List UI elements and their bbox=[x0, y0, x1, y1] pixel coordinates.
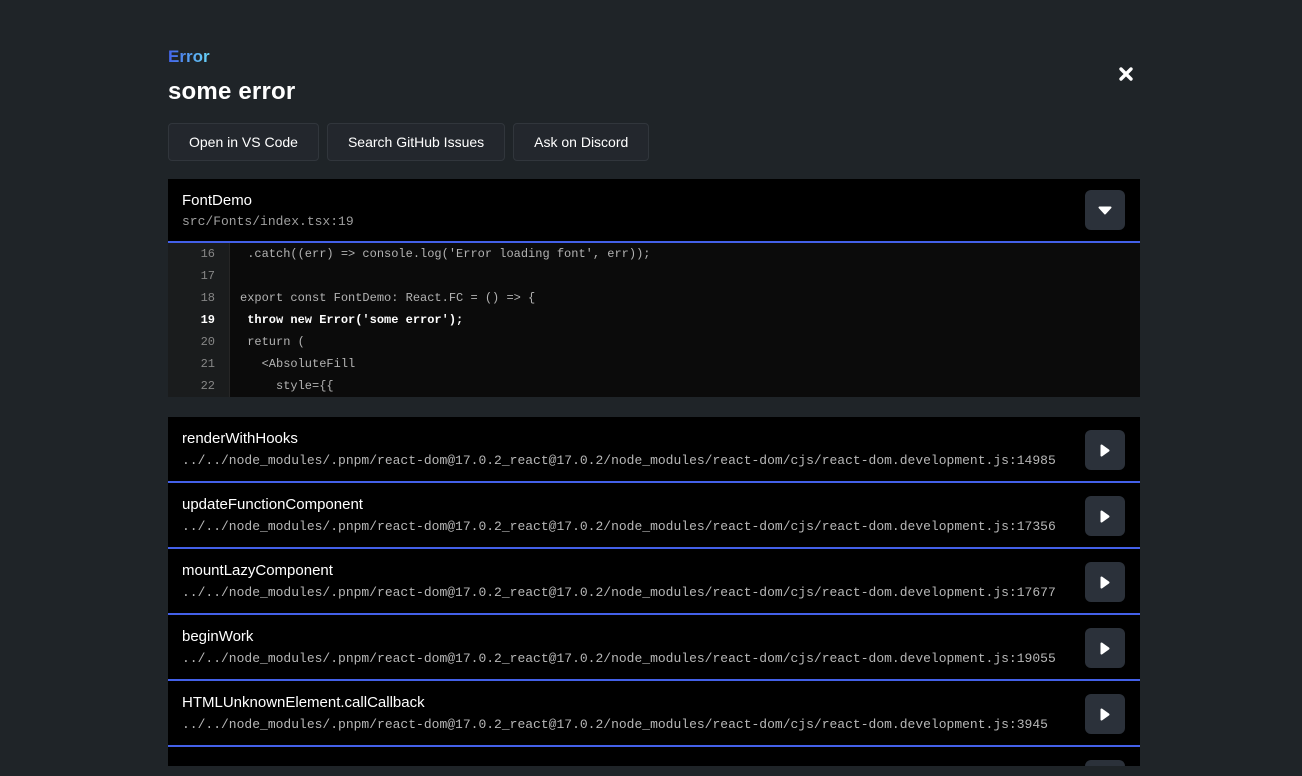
play-icon bbox=[1100, 510, 1110, 523]
frame-location: ../../node_modules/.pnpm/react-dom@17.0.… bbox=[182, 519, 1070, 534]
code-line: 20 return ( bbox=[168, 331, 1140, 353]
source-frame-panel: FontDemo src/Fonts/index.tsx:19 16 .catc… bbox=[168, 179, 1140, 397]
stack-frame-row: renderWithHooks ../../node_modules/.pnpm… bbox=[168, 417, 1140, 483]
search-github-issues-button[interactable]: Search GitHub Issues bbox=[327, 123, 505, 161]
frame-function-name: beginWork bbox=[182, 628, 1070, 645]
stack-frame-row: updateFunctionComponent ../../node_modul… bbox=[168, 483, 1140, 549]
stack-frame-row: HTMLUnknownElement.callCallback ../../no… bbox=[168, 681, 1140, 747]
expand-frame-button[interactable] bbox=[1085, 760, 1125, 766]
code-line-highlighted: 19 throw new Error('some error'); bbox=[168, 309, 1140, 331]
line-number: 22 bbox=[168, 375, 230, 397]
frame-location: ../../node_modules/.pnpm/react-dom@17.0.… bbox=[182, 651, 1070, 666]
expand-frame-button[interactable] bbox=[1085, 562, 1125, 602]
code-line: 16 .catch((err) => console.log('Error lo… bbox=[168, 243, 1140, 265]
error-message: some error bbox=[168, 78, 1140, 106]
open-in-vscode-button[interactable]: Open in VS Code bbox=[168, 123, 319, 161]
expand-frame-button[interactable] bbox=[1085, 628, 1125, 668]
stack-frame-row: mountLazyComponent ../../node_modules/.p… bbox=[168, 549, 1140, 615]
frame-function-name: updateFunctionComponent bbox=[182, 496, 1070, 513]
expand-frame-button[interactable] bbox=[1085, 496, 1125, 536]
code-line: 18 export const FontDemo: React.FC = () … bbox=[168, 287, 1140, 309]
frame-location: ../../node_modules/.pnpm/react-dom@17.0.… bbox=[182, 453, 1070, 468]
stack-frame-row: beginWork ../../node_modules/.pnpm/react… bbox=[168, 615, 1140, 681]
code-line: 17 bbox=[168, 265, 1140, 287]
code-line: 21 <AbsoluteFill bbox=[168, 353, 1140, 375]
expand-frame-button[interactable] bbox=[1085, 430, 1125, 470]
line-number: 21 bbox=[168, 353, 230, 375]
line-number: 20 bbox=[168, 331, 230, 353]
code-line: 22 style={{ bbox=[168, 375, 1140, 397]
play-icon bbox=[1100, 576, 1110, 589]
ask-on-discord-button[interactable]: Ask on Discord bbox=[513, 123, 649, 161]
chevron-down-icon bbox=[1098, 206, 1112, 215]
action-buttons: Open in VS Code Search GitHub Issues Ask… bbox=[168, 123, 1140, 161]
frame-function-name: renderWithHooks bbox=[182, 430, 1070, 447]
frame-function-name: FontDemo bbox=[182, 192, 354, 209]
play-icon bbox=[1100, 444, 1110, 457]
expand-frame-button[interactable] bbox=[1085, 694, 1125, 734]
frame-location: ../../node_modules/.pnpm/react-dom@17.0.… bbox=[182, 585, 1070, 600]
error-type-label: Error bbox=[168, 47, 210, 67]
frame-function-name: HTMLUnknownElement.callCallback bbox=[182, 694, 1070, 711]
stack-frame-row-partial bbox=[168, 747, 1140, 766]
play-icon bbox=[1100, 708, 1110, 721]
stack-frame-list: renderWithHooks ../../node_modules/.pnpm… bbox=[168, 417, 1140, 766]
collapse-frame-button[interactable] bbox=[1085, 190, 1125, 230]
source-frame-header: FontDemo src/Fonts/index.tsx:19 bbox=[168, 179, 1140, 243]
line-number: 16 bbox=[168, 243, 230, 265]
frame-location: ../../node_modules/.pnpm/react-dom@17.0.… bbox=[182, 717, 1070, 732]
frame-location: src/Fonts/index.tsx:19 bbox=[182, 214, 354, 229]
frame-function-name: mountLazyComponent bbox=[182, 562, 1070, 579]
line-number: 17 bbox=[168, 265, 230, 287]
line-number: 18 bbox=[168, 287, 230, 309]
code-preview: 16 .catch((err) => console.log('Error lo… bbox=[168, 243, 1140, 397]
play-icon bbox=[1100, 642, 1110, 655]
line-number: 19 bbox=[168, 309, 230, 331]
